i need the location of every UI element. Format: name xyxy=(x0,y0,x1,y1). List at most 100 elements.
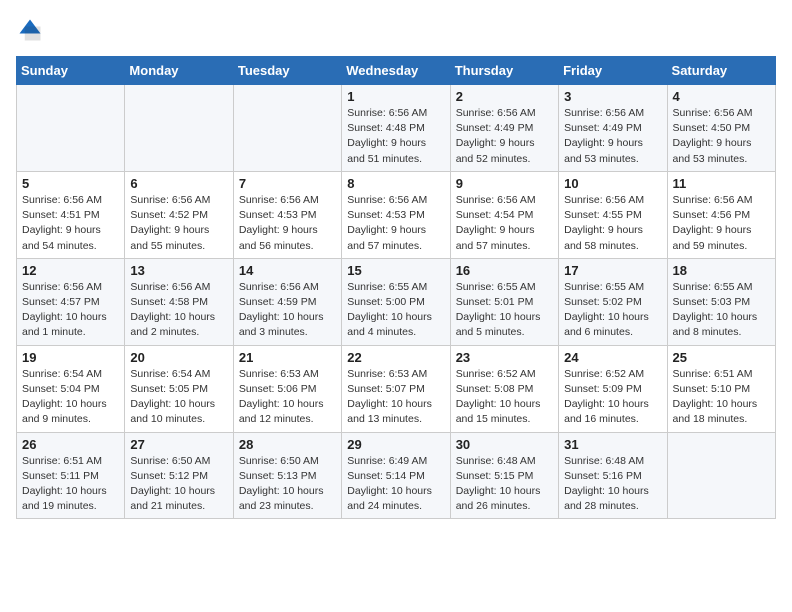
day-number: 17 xyxy=(564,263,661,278)
day-number: 1 xyxy=(347,89,444,104)
calendar-week-row: 19 Sunrise: 6:54 AM Sunset: 5:04 PM Dayli… xyxy=(17,345,776,432)
day-info: Sunrise: 6:56 AM Sunset: 4:49 PM Dayligh… xyxy=(456,106,553,167)
calendar-week-row: 26 Sunrise: 6:51 AM Sunset: 5:11 PM Dayli… xyxy=(17,432,776,519)
calendar-cell: 9Sunrise: 6:56 AM Sunset: 4:54 PM Daylig… xyxy=(450,171,558,258)
day-number: 7 xyxy=(239,176,336,191)
day-number: 9 xyxy=(456,176,553,191)
day-number: 13 xyxy=(130,263,227,278)
day-info: Sunrise: 6:56 AM Sunset: 4:59 PM Dayligh… xyxy=(239,280,336,341)
calendar-week-row: 12 Sunrise: 6:56 AM Sunset: 4:57 PM Dayli… xyxy=(17,258,776,345)
day-number: 31 xyxy=(564,437,661,452)
calendar-table: SundayMondayTuesdayWednesdayThursdayFrid… xyxy=(16,56,776,519)
day-info: Sunrise: 6:56 AM Sunset: 4:50 PM Dayligh… xyxy=(673,106,770,167)
day-info: Sunrise: 6:51 AM Sunset: 5:10 PM Dayligh… xyxy=(673,367,770,428)
day-number: 12 xyxy=(22,263,119,278)
calendar-cell: 14 Sunrise: 6:56 AM Sunset: 4:59 PM Dayli… xyxy=(233,258,341,345)
day-info: Sunrise: 6:56 AM Sunset: 4:55 PM Dayligh… xyxy=(564,193,661,254)
calendar-cell: 6Sunrise: 6:56 AM Sunset: 4:52 PM Daylig… xyxy=(125,171,233,258)
day-number: 6 xyxy=(130,176,227,191)
day-info: Sunrise: 6:48 AM Sunset: 5:15 PM Dayligh… xyxy=(456,454,553,515)
day-number: 8 xyxy=(347,176,444,191)
day-info: Sunrise: 6:53 AM Sunset: 5:06 PM Dayligh… xyxy=(239,367,336,428)
logo xyxy=(16,16,48,44)
calendar-cell: 2 Sunrise: 6:56 AM Sunset: 4:49 PM Daylig… xyxy=(450,85,558,172)
day-number: 2 xyxy=(456,89,553,104)
day-info: Sunrise: 6:56 AM Sunset: 4:53 PM Dayligh… xyxy=(239,193,336,254)
day-info: Sunrise: 6:51 AM Sunset: 5:11 PM Dayligh… xyxy=(22,454,119,515)
day-info: Sunrise: 6:55 AM Sunset: 5:01 PM Dayligh… xyxy=(456,280,553,341)
calendar-week-row: 1 Sunrise: 6:56 AM Sunset: 4:48 PM Daylig… xyxy=(17,85,776,172)
day-number: 19 xyxy=(22,350,119,365)
calendar-cell: 23 Sunrise: 6:52 AM Sunset: 5:08 PM Dayli… xyxy=(450,345,558,432)
day-number: 11 xyxy=(673,176,770,191)
calendar-cell: 21 Sunrise: 6:53 AM Sunset: 5:06 PM Dayli… xyxy=(233,345,341,432)
day-info: Sunrise: 6:55 AM Sunset: 5:00 PM Dayligh… xyxy=(347,280,444,341)
calendar-cell: 25 Sunrise: 6:51 AM Sunset: 5:10 PM Dayli… xyxy=(667,345,775,432)
calendar-cell: 1 Sunrise: 6:56 AM Sunset: 4:48 PM Daylig… xyxy=(342,85,450,172)
weekday-header-thursday: Thursday xyxy=(450,57,558,85)
calendar-cell: 4 Sunrise: 6:56 AM Sunset: 4:50 PM Daylig… xyxy=(667,85,775,172)
day-number: 5 xyxy=(22,176,119,191)
day-number: 20 xyxy=(130,350,227,365)
day-number: 23 xyxy=(456,350,553,365)
calendar-cell: 19 Sunrise: 6:54 AM Sunset: 5:04 PM Dayli… xyxy=(17,345,125,432)
day-info: Sunrise: 6:56 AM Sunset: 4:49 PM Dayligh… xyxy=(564,106,661,167)
calendar-cell: 18 Sunrise: 6:55 AM Sunset: 5:03 PM Dayli… xyxy=(667,258,775,345)
calendar-cell: 15Sunrise: 6:55 AM Sunset: 5:00 PM Dayli… xyxy=(342,258,450,345)
calendar-cell: 24Sunrise: 6:52 AM Sunset: 5:09 PM Dayli… xyxy=(559,345,667,432)
day-number: 29 xyxy=(347,437,444,452)
day-info: Sunrise: 6:49 AM Sunset: 5:14 PM Dayligh… xyxy=(347,454,444,515)
calendar-cell: 27Sunrise: 6:50 AM Sunset: 5:12 PM Dayli… xyxy=(125,432,233,519)
day-info: Sunrise: 6:50 AM Sunset: 5:13 PM Dayligh… xyxy=(239,454,336,515)
day-info: Sunrise: 6:52 AM Sunset: 5:08 PM Dayligh… xyxy=(456,367,553,428)
day-info: Sunrise: 6:48 AM Sunset: 5:16 PM Dayligh… xyxy=(564,454,661,515)
calendar-cell: 31 Sunrise: 6:48 AM Sunset: 5:16 PM Dayli… xyxy=(559,432,667,519)
weekday-header-row: SundayMondayTuesdayWednesdayThursdayFrid… xyxy=(17,57,776,85)
calendar-cell: 3 Sunrise: 6:56 AM Sunset: 4:49 PM Daylig… xyxy=(559,85,667,172)
calendar-cell: 17Sunrise: 6:55 AM Sunset: 5:02 PM Dayli… xyxy=(559,258,667,345)
calendar-cell xyxy=(125,85,233,172)
page-header xyxy=(16,16,776,44)
day-number: 25 xyxy=(673,350,770,365)
day-number: 28 xyxy=(239,437,336,452)
weekday-header-monday: Monday xyxy=(125,57,233,85)
day-info: Sunrise: 6:56 AM Sunset: 4:56 PM Dayligh… xyxy=(673,193,770,254)
day-info: Sunrise: 6:52 AM Sunset: 5:09 PM Dayligh… xyxy=(564,367,661,428)
calendar-cell: 5 Sunrise: 6:56 AM Sunset: 4:51 PM Daylig… xyxy=(17,171,125,258)
calendar-cell: 28 Sunrise: 6:50 AM Sunset: 5:13 PM Dayli… xyxy=(233,432,341,519)
weekday-header-saturday: Saturday xyxy=(667,57,775,85)
day-number: 3 xyxy=(564,89,661,104)
weekday-header-tuesday: Tuesday xyxy=(233,57,341,85)
calendar-cell: 22 Sunrise: 6:53 AM Sunset: 5:07 PM Dayli… xyxy=(342,345,450,432)
calendar-cell xyxy=(233,85,341,172)
day-info: Sunrise: 6:54 AM Sunset: 5:05 PM Dayligh… xyxy=(130,367,227,428)
calendar-cell: 12 Sunrise: 6:56 AM Sunset: 4:57 PM Dayli… xyxy=(17,258,125,345)
day-number: 26 xyxy=(22,437,119,452)
day-info: Sunrise: 6:56 AM Sunset: 4:57 PM Dayligh… xyxy=(22,280,119,341)
day-number: 22 xyxy=(347,350,444,365)
day-number: 10 xyxy=(564,176,661,191)
calendar-cell: 7 Sunrise: 6:56 AM Sunset: 4:53 PM Daylig… xyxy=(233,171,341,258)
calendar-cell: 10 Sunrise: 6:56 AM Sunset: 4:55 PM Dayli… xyxy=(559,171,667,258)
calendar-week-row: 5 Sunrise: 6:56 AM Sunset: 4:51 PM Daylig… xyxy=(17,171,776,258)
day-number: 4 xyxy=(673,89,770,104)
day-info: Sunrise: 6:55 AM Sunset: 5:03 PM Dayligh… xyxy=(673,280,770,341)
calendar-cell: 13 Sunrise: 6:56 AM Sunset: 4:58 PM Dayli… xyxy=(125,258,233,345)
day-number: 30 xyxy=(456,437,553,452)
day-number: 21 xyxy=(239,350,336,365)
weekday-header-wednesday: Wednesday xyxy=(342,57,450,85)
calendar-cell xyxy=(667,432,775,519)
day-info: Sunrise: 6:56 AM Sunset: 4:51 PM Dayligh… xyxy=(22,193,119,254)
logo-icon xyxy=(16,16,44,44)
calendar-cell: 11 Sunrise: 6:56 AM Sunset: 4:56 PM Dayli… xyxy=(667,171,775,258)
day-info: Sunrise: 6:50 AM Sunset: 5:12 PM Dayligh… xyxy=(130,454,227,515)
day-info: Sunrise: 6:54 AM Sunset: 5:04 PM Dayligh… xyxy=(22,367,119,428)
day-info: Sunrise: 6:53 AM Sunset: 5:07 PM Dayligh… xyxy=(347,367,444,428)
day-number: 14 xyxy=(239,263,336,278)
calendar-cell: 29 Sunrise: 6:49 AM Sunset: 5:14 PM Dayli… xyxy=(342,432,450,519)
calendar-cell: 20 Sunrise: 6:54 AM Sunset: 5:05 PM Dayli… xyxy=(125,345,233,432)
day-info: Sunrise: 6:56 AM Sunset: 4:48 PM Dayligh… xyxy=(347,106,444,167)
day-number: 18 xyxy=(673,263,770,278)
day-number: 16 xyxy=(456,263,553,278)
day-info: Sunrise: 6:56 AM Sunset: 4:58 PM Dayligh… xyxy=(130,280,227,341)
